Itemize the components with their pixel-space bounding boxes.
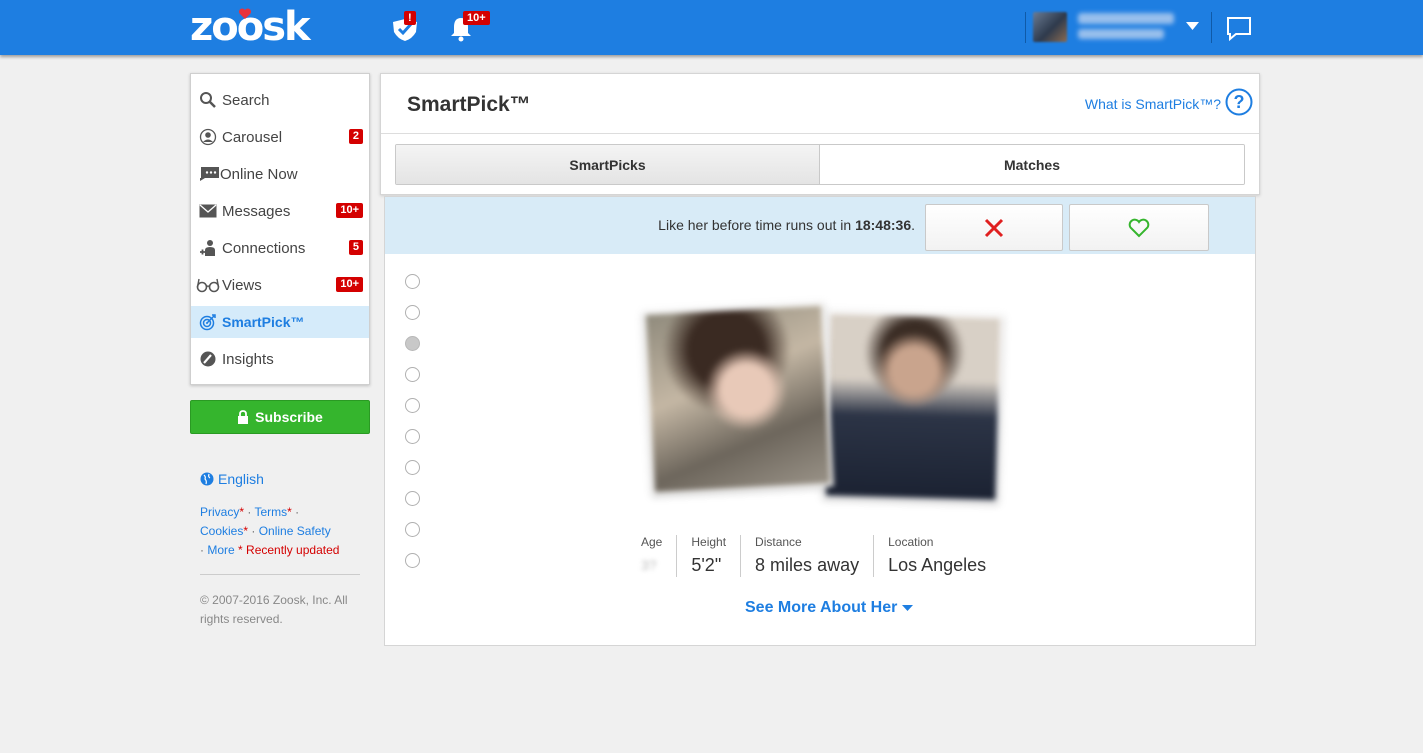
- cookies-link[interactable]: Cookies: [200, 524, 243, 538]
- pager-dot-selected[interactable]: [405, 336, 420, 351]
- messages-badge: 10+: [336, 203, 363, 218]
- connections-badge: 5: [348, 240, 363, 255]
- sidebar-item-views[interactable]: Views 10+: [191, 269, 369, 301]
- glasses-icon: [196, 275, 220, 295]
- match-card: Like her before time runs out in 18:48:3…: [384, 196, 1256, 646]
- user-photo[interactable]: [822, 310, 1004, 504]
- terms-link[interactable]: Terms: [254, 505, 287, 519]
- privacy-link[interactable]: Privacy: [200, 505, 239, 519]
- chat-bubble-icon: [196, 164, 220, 184]
- svg-text:?: ?: [1234, 92, 1245, 112]
- zoosk-logo[interactable]: zoosk: [190, 5, 311, 49]
- see-more-button[interactable]: See More About Her: [745, 599, 914, 617]
- avatar[interactable]: [1033, 12, 1067, 42]
- timer-text: Like her before time runs out in 18:48:3…: [658, 217, 915, 233]
- user-location-blurred: [1078, 29, 1164, 39]
- pager-dot[interactable]: [405, 460, 420, 475]
- lock-icon: [238, 410, 249, 424]
- globe-icon: [200, 472, 214, 486]
- dislike-button[interactable]: [925, 204, 1063, 251]
- user-name-blurred: [1078, 13, 1174, 24]
- heart-icon: [1128, 218, 1150, 237]
- checklist-badge: !: [404, 11, 416, 25]
- tab-bar: SmartPicks Matches: [395, 144, 1245, 185]
- tab-smartpicks[interactable]: SmartPicks: [396, 145, 820, 184]
- sidebar-item-messages[interactable]: Messages 10+: [191, 195, 369, 227]
- carousel-icon: [198, 127, 218, 147]
- sidebar-item-online-now[interactable]: Online Now: [191, 158, 369, 190]
- stat-height: Height 5'2": [676, 535, 740, 577]
- pager-dot[interactable]: [405, 274, 420, 289]
- smartpick-header: SmartPick™ What is SmartPick™? ? SmartPi…: [380, 73, 1260, 195]
- sidebar-nav: Search Carousel 2 Online Now Messages 10…: [190, 73, 370, 385]
- online-safety-link[interactable]: Online Safety: [259, 524, 331, 538]
- profile-photos: [642, 302, 1007, 507]
- pager-dot[interactable]: [405, 522, 420, 537]
- sidebar-item-insights[interactable]: Insights: [191, 343, 369, 375]
- sidebar-item-label: Insights: [222, 350, 274, 368]
- sidebar-item-label: Connections: [222, 239, 306, 257]
- heart-icon: [238, 8, 252, 19]
- chat-icon[interactable]: [1226, 16, 1252, 42]
- sidebar-item-search[interactable]: Search: [191, 84, 369, 116]
- stat-distance: Distance 8 miles away: [740, 535, 873, 577]
- target-icon: [198, 312, 218, 332]
- tab-matches[interactable]: Matches: [820, 145, 1244, 184]
- subscribe-button[interactable]: Subscribe: [190, 400, 370, 434]
- help-icon[interactable]: ?: [1225, 88, 1253, 116]
- add-person-icon: [198, 238, 218, 258]
- stat-age: Age 3?: [641, 535, 663, 573]
- envelope-icon: [198, 201, 218, 221]
- match-photo[interactable]: [642, 302, 834, 496]
- pager-dot[interactable]: [405, 305, 420, 320]
- pager-dot[interactable]: [405, 398, 420, 413]
- pager-dot[interactable]: [405, 553, 420, 568]
- pager-dot[interactable]: [405, 429, 420, 444]
- pager-dot[interactable]: [405, 491, 420, 506]
- like-button[interactable]: [1069, 204, 1209, 251]
- profile-stats: Age 3? Height 5'2" Distance 8 miles away…: [641, 535, 1000, 577]
- stat-location: Location Los Angeles: [873, 535, 1000, 577]
- sidebar-item-label: Search: [222, 91, 270, 109]
- page-title: SmartPick™: [407, 93, 531, 116]
- divider: [381, 133, 1259, 134]
- pager-dot[interactable]: [405, 367, 420, 382]
- gauge-icon: [198, 349, 218, 369]
- countdown: 18:48:36: [855, 217, 912, 233]
- sidebar-item-connections[interactable]: Connections 5: [191, 232, 369, 264]
- more-link[interactable]: More: [207, 543, 234, 557]
- what-is-smartpick-link[interactable]: What is SmartPick™?: [1085, 96, 1221, 112]
- sidebar-item-label: Messages: [222, 202, 291, 220]
- top-bar: zoosk ! 10+: [0, 0, 1423, 55]
- sidebar-item-label: Carousel: [222, 128, 283, 146]
- notifications-button[interactable]: 10+: [444, 10, 490, 44]
- chevron-down-icon: [902, 604, 914, 611]
- notifications-badge: 10+: [463, 11, 490, 25]
- close-icon: [984, 218, 1004, 237]
- sidebar-item-label: Views: [222, 276, 262, 294]
- sidebar-item-label: Online Now: [220, 165, 298, 183]
- copyright: © 2007-2016 Zoosk, Inc. All rights reser…: [200, 593, 348, 626]
- checklist-button[interactable]: !: [388, 10, 422, 44]
- sidebar-item-label: SmartPick™: [222, 314, 305, 330]
- sidebar-item-smartpick[interactable]: SmartPick™: [191, 306, 369, 338]
- chevron-down-icon[interactable]: [1186, 22, 1199, 31]
- divider: [1211, 12, 1212, 43]
- timer-bar: Like her before time runs out in 18:48:3…: [385, 197, 1255, 254]
- search-icon: [198, 90, 218, 110]
- sidebar-item-carousel[interactable]: Carousel 2: [191, 121, 369, 153]
- divider: [1025, 12, 1026, 43]
- divider: [200, 574, 360, 575]
- footer-links: Privacy* · Terms* · Cookies* · Online Sa…: [200, 505, 340, 557]
- views-badge: 10+: [336, 277, 363, 292]
- photo-pager: [405, 274, 421, 584]
- language-selector[interactable]: English: [200, 471, 264, 487]
- carousel-badge: 2: [348, 129, 363, 144]
- recently-updated-note: * Recently updated: [238, 543, 340, 557]
